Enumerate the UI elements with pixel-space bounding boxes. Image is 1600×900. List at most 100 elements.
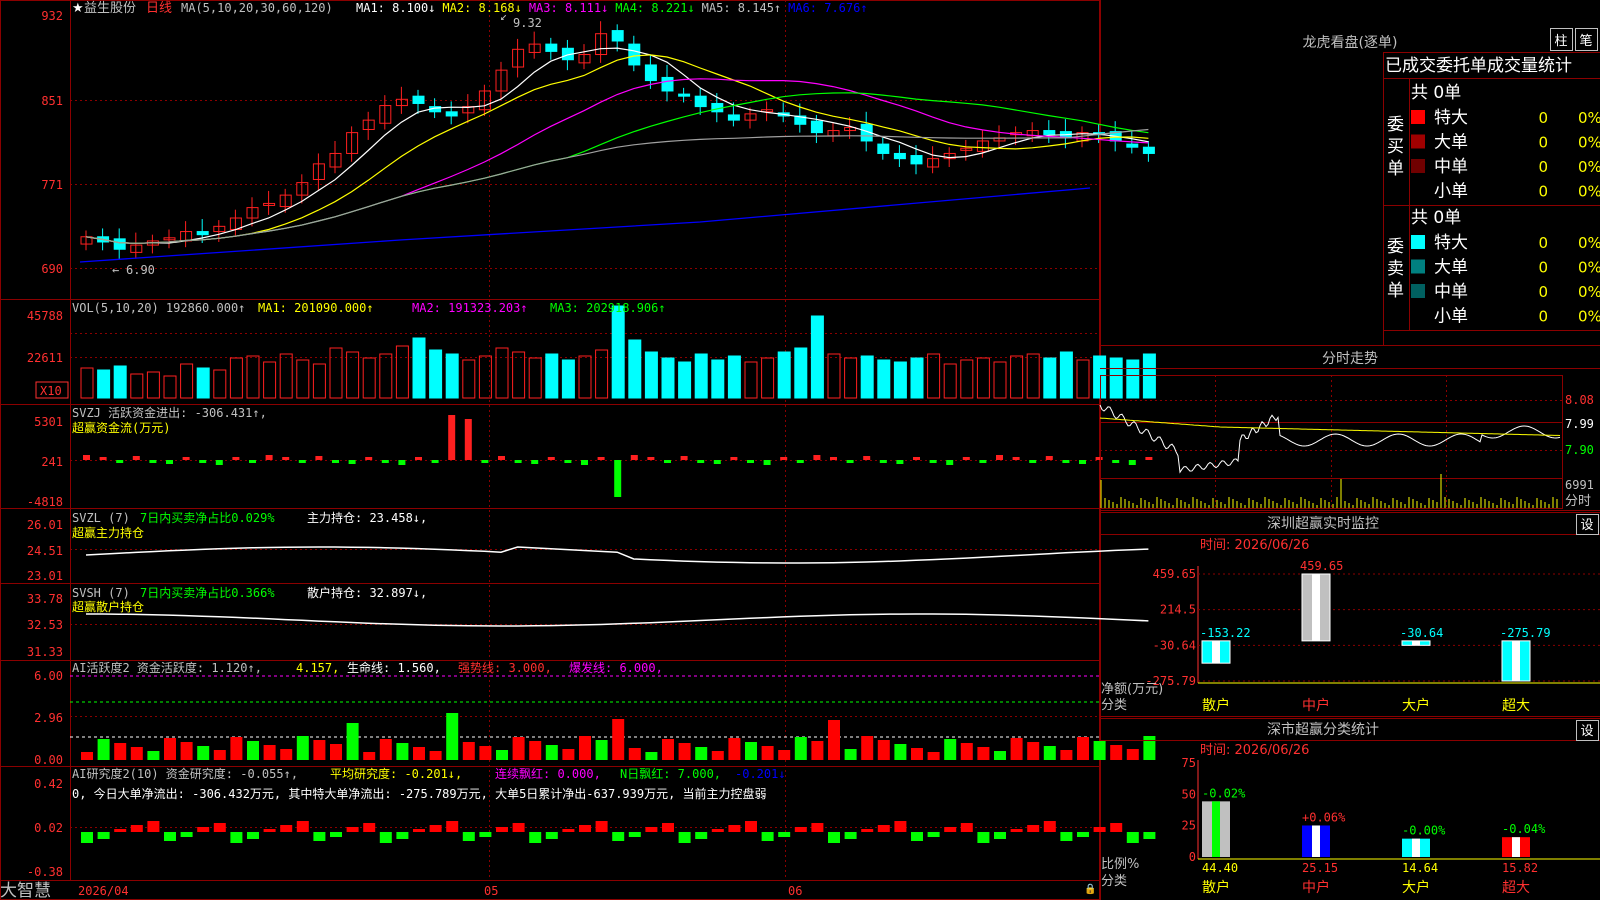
research-bar <box>180 832 193 837</box>
order-type-label: 大单 <box>1434 258 1468 278</box>
class-category: 散户 <box>1202 879 1230 896</box>
activity-bar <box>197 746 210 760</box>
fund-flow-bar <box>332 460 339 463</box>
volume-bar <box>279 353 293 399</box>
research-bar <box>462 832 475 841</box>
volume-bar <box>445 353 459 399</box>
activity-bar <box>927 752 940 760</box>
candlestick-series <box>80 21 1155 260</box>
class-y-tick: 75 <box>1182 756 1196 770</box>
research-bar <box>114 829 127 832</box>
research-bar <box>446 821 459 832</box>
activity-bar <box>595 740 608 760</box>
svsh-tick-3: 31.33 <box>27 645 63 659</box>
activity-bar <box>894 744 907 760</box>
svzj-tick-1: 5301 <box>34 415 63 429</box>
research-bar <box>662 823 674 832</box>
fund-flow-bar <box>132 456 140 460</box>
lock-icon[interactable]: 🔒 <box>1084 883 1096 895</box>
svzl-sub: 超赢主力持仓 <box>72 525 144 540</box>
volume-bar <box>196 367 210 399</box>
stock-chart-canvas[interactable]: 932 851 771 690 ★ 益生股份 日线 MA(5,10,20,30,… <box>0 0 1600 900</box>
dragon-title: 龙虎看盘(逐单) <box>1303 34 1398 51</box>
research-bar <box>496 827 508 832</box>
research-bar <box>728 825 741 832</box>
fund-flow-bar <box>962 457 970 460</box>
fund-flow-bar <box>863 456 871 460</box>
volume-bar <box>412 337 426 399</box>
ma-line <box>85 92 1149 244</box>
candle-body <box>1043 130 1056 136</box>
ai1-tick-3: 0.00 <box>34 753 63 767</box>
y-tick-851: 851 <box>41 94 63 108</box>
ai-activity-bars <box>70 675 1156 760</box>
side-char: 委 <box>1387 115 1404 135</box>
order-pct: 0% <box>1578 234 1600 252</box>
monitor-title: 深圳超赢实时监控 <box>1267 515 1379 532</box>
class-y-tick: 0 <box>1189 850 1196 864</box>
activity-bar <box>628 748 641 760</box>
activity-bar <box>164 738 176 760</box>
fund-flow-bar <box>415 457 422 460</box>
volume-bar <box>130 373 144 399</box>
volume-bar <box>678 361 692 399</box>
volume-bar <box>1109 357 1123 399</box>
research-bar <box>828 832 840 843</box>
intraday-y-3: 7.90 <box>1565 443 1594 457</box>
activity-bar <box>280 749 293 760</box>
volume-bar <box>893 361 907 399</box>
svzj-sub: 超赢资金流(万元) <box>72 420 170 435</box>
volume-bar <box>395 345 409 399</box>
candle-body <box>678 93 691 97</box>
activity-bar <box>147 751 160 760</box>
fund-flow-bar <box>929 460 937 463</box>
volume-bar <box>877 359 891 399</box>
monitor-bar-chart: 459.65 214.5 -30.64 -275.79 -153.22 散户 459.65 中… <box>1145 559 1600 714</box>
stock-name[interactable]: 益生股份 <box>84 1 136 16</box>
ma-params: MA(5,10,20,30,60,120) <box>181 1 333 15</box>
bar-mode-label: 柱 <box>1554 34 1567 49</box>
monitor-value-label: -153.22 <box>1200 626 1251 640</box>
fund-flow-bar <box>813 455 821 460</box>
candle-body <box>893 152 906 160</box>
volume-bar <box>1059 351 1073 399</box>
research-bar <box>695 832 708 839</box>
class-bar-highlight <box>1412 838 1420 857</box>
activity-bar <box>396 743 409 760</box>
fund-flow-bar <box>531 460 539 464</box>
volume-bar <box>711 359 725 399</box>
activity-bar <box>213 750 226 760</box>
monitor-category: 大户 <box>1402 697 1430 714</box>
fund-flow-bar <box>249 460 256 463</box>
x-label-may: 05 <box>484 884 498 898</box>
candle-body <box>628 43 641 66</box>
volume-bar <box>794 347 808 399</box>
vol-header: VOL(5,10,20) 192860.000↑ <box>72 301 245 315</box>
ai1-tick-1: 6.00 <box>34 669 63 683</box>
volume-bar <box>993 361 1007 399</box>
research-bar <box>944 827 957 832</box>
sell-side-label: 委卖单 <box>1387 237 1404 301</box>
activity-bar <box>496 750 508 760</box>
research-bar <box>761 832 774 841</box>
fund-flow-bar <box>182 457 190 460</box>
research-bar <box>396 832 409 839</box>
research-bar <box>911 832 923 841</box>
order-type-label: 小单 <box>1434 307 1468 327</box>
high-price-label: 9.32 <box>513 16 542 30</box>
volume-bar <box>628 339 642 399</box>
activity-bar <box>180 742 193 760</box>
class-change-label: -0.02% <box>1202 786 1246 800</box>
ai1-v2: 4.157, <box>296 661 339 675</box>
fund-flow-bar <box>647 457 655 460</box>
research-bar <box>1110 823 1123 832</box>
monitor-y-tick: 214.5 <box>1160 603 1196 617</box>
volume-bar <box>263 361 277 399</box>
volume-bar <box>379 353 393 399</box>
order-type-label: 特大 <box>1434 108 1468 128</box>
ma-legend-3: MA3: 8.111↓ <box>529 1 608 15</box>
research-bar <box>247 832 259 839</box>
vol-ma3: MA3: 202918.906↑ <box>550 301 666 315</box>
volume-bar <box>1126 359 1140 399</box>
period-label[interactable]: 日线 <box>146 1 172 16</box>
